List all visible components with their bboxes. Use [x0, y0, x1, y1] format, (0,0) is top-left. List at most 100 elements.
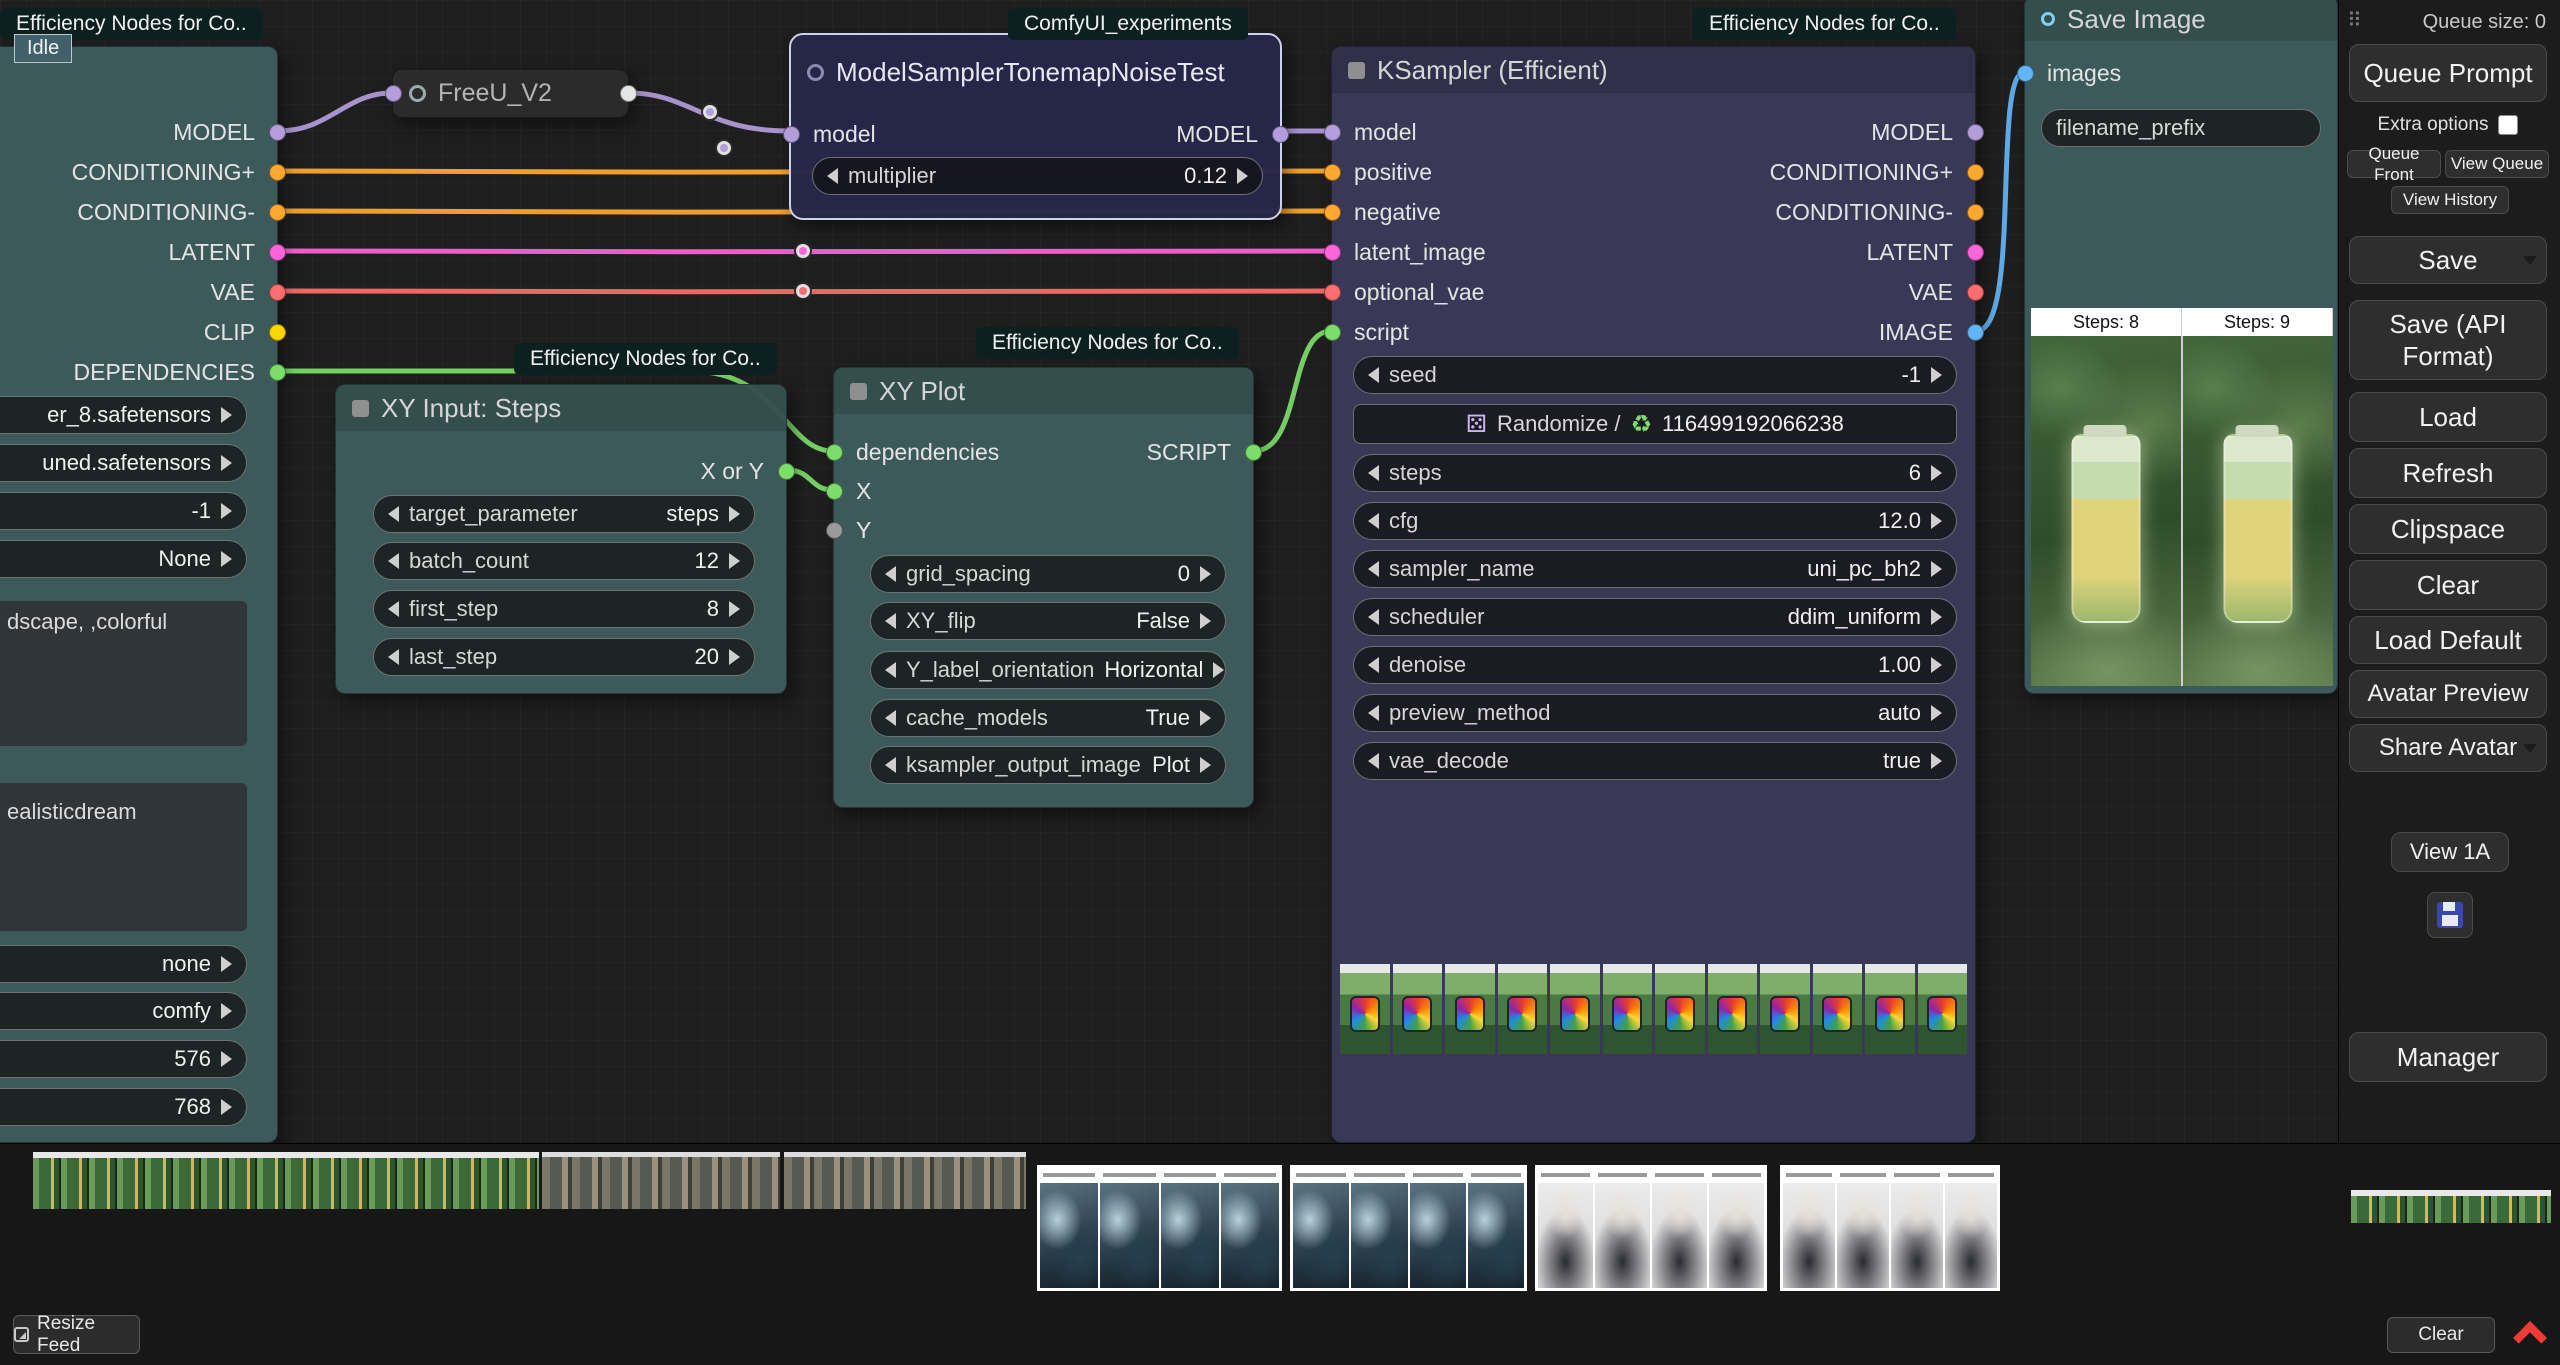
widget-clip-skip[interactable]: -1: [0, 492, 247, 530]
feed-thumbnail-strip[interactable]: [2351, 1190, 2551, 1223]
widget-vae-decode[interactable]: vae_decodetrue: [1353, 742, 1957, 780]
decrement-icon[interactable]: [388, 553, 399, 569]
feed-thumbnail[interactable]: [1100, 1168, 1158, 1288]
load-default-button[interactable]: Load Default: [2349, 616, 2547, 664]
widget-empty-latent-height[interactable]: 768: [0, 1088, 247, 1126]
node-title[interactable]: FreeU_V2: [393, 70, 628, 117]
save-button[interactable]: Save: [2349, 236, 2547, 284]
widget-seed[interactable]: seed-1: [1353, 356, 1957, 394]
increment-icon[interactable]: [1200, 710, 1211, 726]
decrement-icon[interactable]: [1368, 609, 1379, 625]
output-slot-vae[interactable]: [1967, 284, 1984, 301]
graph-canvas[interactable]: Efficiency Nodes for Co.. ComfyUI_experi…: [0, 0, 2560, 1365]
increment-icon[interactable]: [729, 601, 740, 617]
feed-thumbnail[interactable]: [1595, 1168, 1650, 1288]
widget-empty-latent-width[interactable]: 576: [0, 1040, 247, 1078]
decrement-icon[interactable]: [1368, 367, 1379, 383]
output-slot-latent[interactable]: [1967, 244, 1984, 261]
output-slot[interactable]: [620, 85, 637, 102]
output-slot-model[interactable]: [269, 124, 286, 141]
increment-icon[interactable]: [221, 1003, 232, 1019]
drag-handle-icon[interactable]: ⠿: [2347, 8, 2364, 33]
decrement-icon[interactable]: [1368, 705, 1379, 721]
feed-image-panel[interactable]: [1780, 1165, 2000, 1291]
increment-icon[interactable]: [221, 551, 232, 567]
node-title[interactable]: Save Image: [2025, 0, 2337, 41]
increment-icon[interactable]: [1200, 757, 1211, 773]
increment-icon[interactable]: [1931, 513, 1942, 529]
feed-image-panel[interactable]: [1037, 1165, 1282, 1291]
node-efficient-loader[interactable]: MODEL CONDITIONING+ CONDITIONING- LATENT…: [0, 46, 278, 1143]
feed-thumbnail[interactable]: [1837, 1168, 1889, 1288]
preview-thumbnail[interactable]: [1445, 964, 1495, 1054]
increment-icon[interactable]: [1200, 566, 1211, 582]
collapse-icon[interactable]: [850, 383, 867, 400]
decrement-icon[interactable]: [388, 506, 399, 522]
widget-grid-spacing[interactable]: grid_spacing0: [870, 555, 1226, 593]
collapse-icon[interactable]: [352, 400, 369, 417]
output-slot-image[interactable]: [1967, 324, 1984, 341]
preview-thumbnail[interactable]: [1918, 964, 1968, 1054]
dropdown-caret-icon[interactable]: [2523, 256, 2537, 265]
output-slot-script[interactable]: [1245, 444, 1262, 461]
node-freeu-v2[interactable]: FreeU_V2: [392, 69, 629, 118]
output-slot-vae[interactable]: [269, 284, 286, 301]
preview-thumbnail[interactable]: [1340, 964, 1390, 1054]
input-slot-x[interactable]: [826, 483, 843, 500]
decrement-icon[interactable]: [885, 662, 896, 678]
feed-thumbnail[interactable]: [1945, 1168, 1997, 1288]
widget-batch-count[interactable]: batch_count12: [373, 542, 755, 580]
widget-steps[interactable]: steps6: [1353, 454, 1957, 492]
clear-feed-button[interactable]: Clear: [2387, 1317, 2495, 1353]
view-queue-button[interactable]: View Queue: [2445, 150, 2549, 178]
collapse-feed-icon[interactable]: [2513, 1321, 2547, 1355]
collapse-icon[interactable]: [807, 64, 824, 81]
preview-thumbnail[interactable]: [1655, 964, 1705, 1054]
widget-vae-name[interactable]: uned.safetensors: [0, 444, 247, 482]
increment-icon[interactable]: [1931, 367, 1942, 383]
extra-options-checkbox[interactable]: [2498, 115, 2518, 135]
output-slot-model[interactable]: [1272, 126, 1289, 143]
widget-multiplier[interactable]: multiplier 0.12: [812, 157, 1263, 195]
clear-button[interactable]: Clear: [2349, 560, 2547, 610]
feed-thumbnail-strip[interactable]: [542, 1152, 780, 1209]
output-slot-conditioning-minus[interactable]: [1967, 204, 1984, 221]
output-slot-latent[interactable]: [269, 244, 286, 261]
decrement-icon[interactable]: [1368, 657, 1379, 673]
increment-icon[interactable]: [1931, 561, 1942, 577]
view-1a-button[interactable]: View 1A: [2391, 832, 2509, 872]
output-slot-dependencies[interactable]: [269, 364, 286, 381]
decrement-icon[interactable]: [885, 613, 896, 629]
save-workflow-button[interactable]: [2427, 892, 2473, 938]
widget-cfg[interactable]: cfg12.0: [1353, 502, 1957, 540]
input-slot-model[interactable]: [1324, 124, 1341, 141]
input-slot-images[interactable]: [2017, 65, 2034, 82]
avatar-preview-button[interactable]: Avatar Preview: [2349, 670, 2547, 718]
widget-sampler-name[interactable]: sampler_nameuni_pc_bh2: [1353, 550, 1957, 588]
increment-icon[interactable]: [729, 506, 740, 522]
increment-icon[interactable]: [1931, 705, 1942, 721]
increment-icon[interactable]: [221, 956, 232, 972]
negative-prompt-textarea[interactable]: ealisticdream: [0, 783, 247, 931]
feed-thumbnail-strip[interactable]: [33, 1152, 539, 1209]
increment-icon[interactable]: [1931, 465, 1942, 481]
feed-image-panel[interactable]: [1535, 1165, 1767, 1291]
increment-icon[interactable]: [1237, 168, 1248, 184]
widget-y-label-orientation[interactable]: Y_label_orientationHorizontal: [870, 651, 1226, 689]
decrement-icon[interactable]: [1368, 561, 1379, 577]
widget-preview-method[interactable]: preview_methodauto: [1353, 694, 1957, 732]
preview-thumbnail[interactable]: [1865, 964, 1915, 1054]
feed-thumbnail[interactable]: [1652, 1168, 1707, 1288]
widget-xy-flip[interactable]: XY_flipFalse: [870, 602, 1226, 640]
feed-thumbnail[interactable]: [1709, 1168, 1764, 1288]
output-slot-model[interactable]: [1967, 124, 1984, 141]
feed-thumbnail[interactable]: [1293, 1168, 1349, 1288]
increment-icon[interactable]: [729, 649, 740, 665]
decrement-icon[interactable]: [827, 168, 838, 184]
increment-icon[interactable]: [1931, 609, 1942, 625]
output-slot-conditioning-minus[interactable]: [269, 204, 286, 221]
refresh-button[interactable]: Refresh: [2349, 448, 2547, 498]
output-slot-conditioning-plus[interactable]: [269, 164, 286, 181]
widget-cache-models[interactable]: cache_modelsTrue: [870, 699, 1226, 737]
input-slot-positive[interactable]: [1324, 164, 1341, 181]
